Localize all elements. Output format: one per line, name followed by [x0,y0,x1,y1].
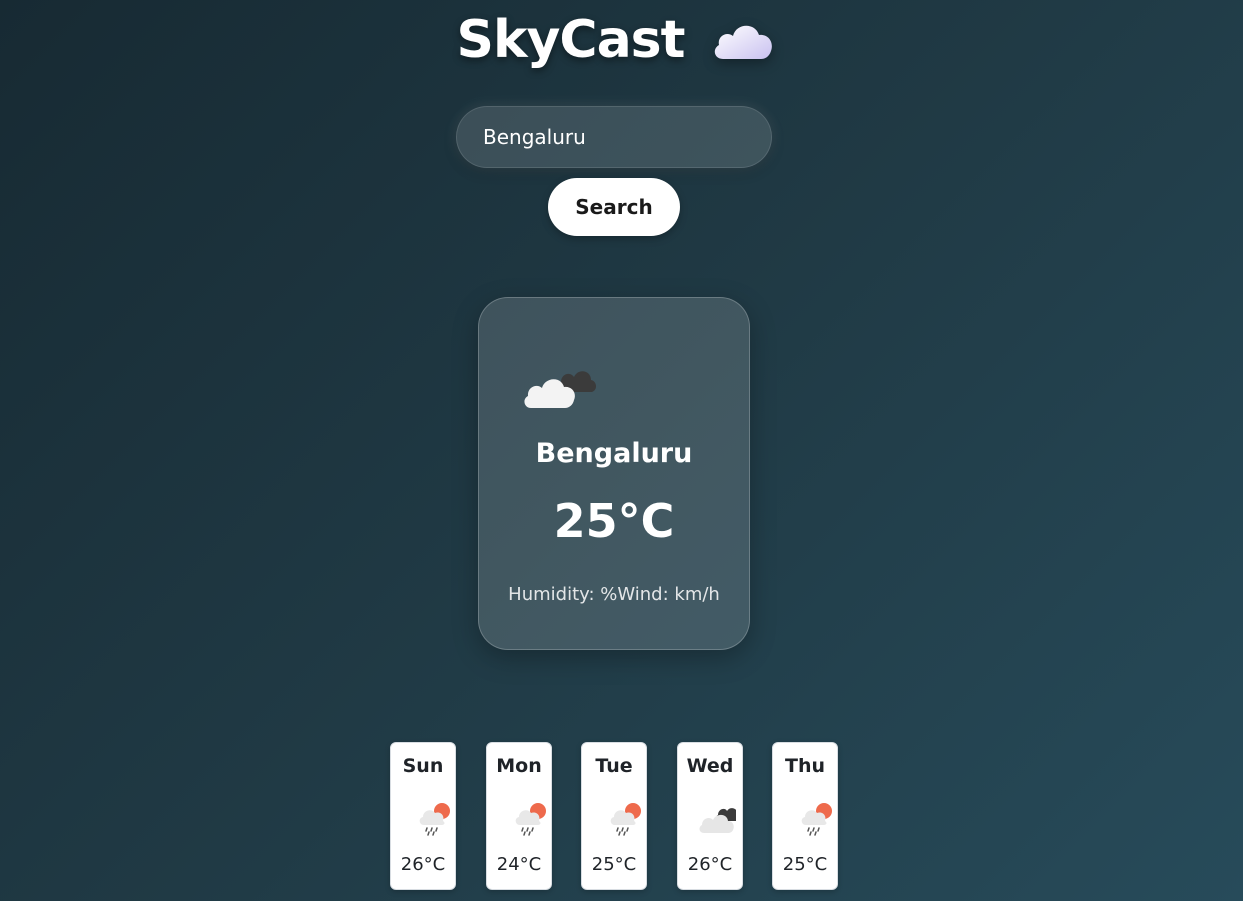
forecast-day: Tue [595,755,633,777]
forecast-day: Mon [496,755,542,777]
current-city: Bengaluru [535,438,693,469]
forecast-temp: 25°C [591,854,637,875]
sun-rain-icon [801,803,832,836]
forecast-temp: 26°C [400,854,446,875]
forecast-card-mon: Mon 24°C [486,742,552,890]
forecast-day: Sun [402,755,444,777]
forecast-temp: 25°C [782,854,828,875]
forecast-card-wed: Wed 26°C [677,742,743,890]
current-weather-card: Bengaluru 25°C Humidity: %Wind: km/h [478,297,750,650]
app-title: SkyCast [456,10,686,70]
partly-cloudy-icon [524,371,597,408]
search-button[interactable]: Search [548,178,680,236]
forecast-card-thu: Thu 25°C [772,742,838,890]
forecast-day: Wed [686,755,734,777]
forecast-temp: 24°C [496,854,542,875]
forecast-card-tue: Tue 25°C [581,742,647,890]
forecast-day: Thu [784,755,825,777]
current-temperature: 25°C [553,494,675,548]
sun-rain-icon [515,803,546,836]
cloudy-icon [699,808,736,833]
forecast-card-sun: Sun 26°C [390,742,456,890]
current-details: Humidity: %Wind: km/h [508,584,720,605]
cloud-icon [714,25,772,59]
app-header: SkyCast [0,4,1243,76]
sun-rain-icon [419,803,450,836]
search-input[interactable] [456,106,772,168]
sun-rain-icon [610,803,641,836]
forecast-temp: 26°C [687,854,733,875]
